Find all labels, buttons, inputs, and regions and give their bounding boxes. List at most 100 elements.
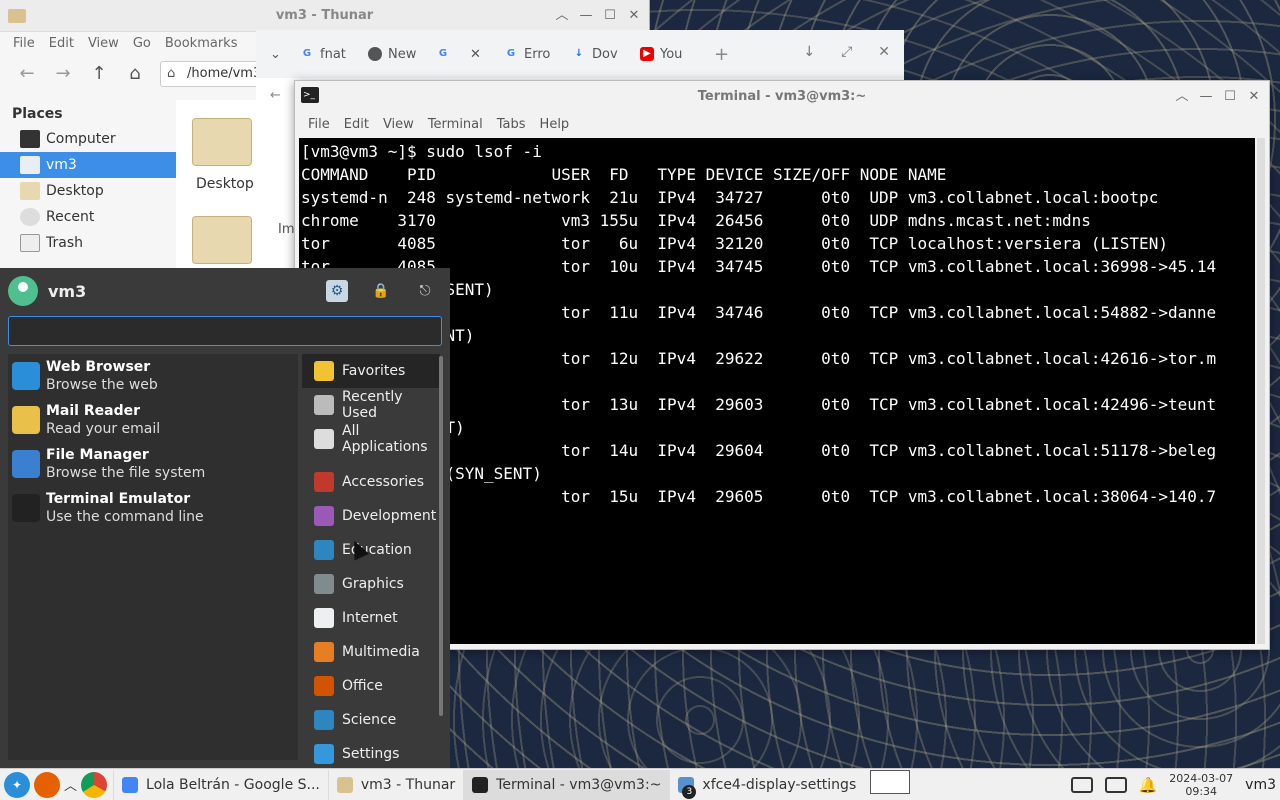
category-label: Settings xyxy=(342,746,400,762)
chrome-icon xyxy=(368,47,382,61)
menu-view[interactable]: View xyxy=(376,117,421,132)
place-computer[interactable]: Computer xyxy=(0,126,176,152)
category-office[interactable]: Office xyxy=(302,669,440,703)
favorites-list: Web Browser Browse the web Mail Reader Read… xyxy=(8,354,298,760)
favorite-item[interactable]: Mail Reader Read your email xyxy=(8,398,298,442)
development-icon xyxy=(314,506,334,526)
tab-close-icon[interactable]: ✕ xyxy=(470,47,481,62)
menu-tabs[interactable]: Tabs xyxy=(490,117,533,132)
file-view[interactable]: Desktop xyxy=(176,100,256,270)
up-arrow-icon[interactable]: ↑ xyxy=(88,63,110,85)
browser-tab[interactable]: G ✕ xyxy=(436,47,504,62)
xfce-menu-icon[interactable]: ✦ xyxy=(4,771,30,798)
back-arrow-icon[interactable]: ← xyxy=(16,63,38,85)
minimize-button[interactable]: — xyxy=(579,9,593,23)
taskbar-button[interactable]: vm3 - Thunar xyxy=(327,769,463,800)
taskbar-button[interactable]: 3 xfce4-display-settings xyxy=(669,769,864,800)
browser-tab[interactable]: ↓ Dov xyxy=(572,47,640,62)
download-icon[interactable]: ↓ xyxy=(803,44,815,60)
clock[interactable]: 2024-03-07 09:34 xyxy=(1169,772,1233,798)
maximize-button[interactable]: ☐ xyxy=(1223,90,1237,104)
category-development[interactable]: Development xyxy=(302,499,440,533)
tab-list-chevron-icon[interactable]: ⌄ xyxy=(270,47,300,62)
category-multimedia[interactable]: Multimedia xyxy=(302,635,440,669)
back-arrow-icon[interactable]: ← xyxy=(270,88,281,103)
browser-tab[interactable]: G Erro xyxy=(504,47,572,62)
terminal-titlebar[interactable]: >_ Terminal - vm3@vm3:~ ︿ — ☐ ✕ xyxy=(295,81,1269,111)
browser-tab[interactable]: ▶ You xyxy=(640,47,708,62)
close-button[interactable]: ✕ xyxy=(627,9,641,23)
favorite-item[interactable]: File Manager Browse the file system xyxy=(8,442,298,486)
category-all-applications[interactable]: All Applications xyxy=(302,422,440,456)
firefox-icon[interactable] xyxy=(34,771,60,798)
taskbar-label: xfce4-display-settings xyxy=(702,776,857,793)
place-recent[interactable]: Recent xyxy=(0,204,176,230)
place-desktop[interactable]: Desktop xyxy=(0,178,176,204)
category-recently-used[interactable]: Recently Used xyxy=(302,388,440,422)
logout-icon[interactable]: ⎋ xyxy=(414,280,436,302)
menu-file[interactable]: File xyxy=(301,117,337,132)
terminal-line: [vm3@vm3 ~]$ sudo lsof -i xyxy=(301,142,542,161)
category-settings[interactable]: Settings xyxy=(302,737,440,768)
category-accessories[interactable]: Accessories xyxy=(302,465,440,499)
terminal-line: COMMAND PID USER FD TYPE DEVICE SIZE/OFF… xyxy=(301,165,947,184)
home-icon[interactable]: ⌂ xyxy=(124,63,146,85)
battery-icon[interactable] xyxy=(1070,776,1093,793)
search-input[interactable] xyxy=(8,316,442,346)
menu-edit[interactable]: Edit xyxy=(337,117,376,132)
menu-help[interactable]: Help xyxy=(533,117,577,132)
settings-manager-icon[interactable]: ⚙ xyxy=(326,280,348,302)
place-vm3[interactable]: vm3 xyxy=(0,152,176,178)
thunar-titlebar[interactable]: vm3 - Thunar ︿ — ☐ ✕ xyxy=(0,0,649,32)
minimize-button[interactable]: — xyxy=(1199,90,1213,104)
lock-icon[interactable]: 🔒 xyxy=(370,280,392,302)
favorite-item[interactable]: Web Browser Browse the web xyxy=(8,354,298,398)
close-button[interactable]: ✕ xyxy=(1247,90,1261,104)
file-manager-icon xyxy=(12,450,40,478)
shared-folder-icon[interactable] xyxy=(192,216,252,264)
notification-bell-icon[interactable]: 🔔 xyxy=(1139,776,1158,794)
menu-bookmarks[interactable]: Bookmarks xyxy=(158,36,245,51)
category-internet[interactable]: Internet xyxy=(302,601,440,635)
workspace-switcher[interactable] xyxy=(870,769,911,794)
chrome-icon[interactable] xyxy=(81,771,108,798)
close-icon[interactable]: ✕ xyxy=(878,44,890,60)
category-education[interactable]: Education xyxy=(302,533,440,567)
youtube-icon: ▶ xyxy=(640,47,654,61)
application-menu: vm3 ⚙ 🔒 ⎋ ⌕ Web BrowserBrowse the webMai… xyxy=(0,268,450,768)
menu-go[interactable]: Go xyxy=(126,36,158,51)
category-scrollbar[interactable] xyxy=(439,356,443,716)
tab-label: fnat xyxy=(320,46,346,62)
home-icon: ⌂ xyxy=(167,66,176,81)
minimize-icon[interactable]: ︿ xyxy=(555,9,569,23)
forward-arrow-icon[interactable]: → xyxy=(52,63,74,85)
home-icon xyxy=(20,156,40,174)
battery-icon[interactable] xyxy=(1104,776,1127,793)
category-graphics[interactable]: Graphics xyxy=(302,567,440,601)
menu-file[interactable]: File xyxy=(6,36,42,51)
terminal-line: tor 4085 tor 6u IPv4 32120 0t0 TCP local… xyxy=(301,234,1168,253)
category-science[interactable]: Science xyxy=(302,703,440,737)
place-trash[interactable]: Trash xyxy=(0,230,176,256)
favorite-item[interactable]: Terminal Emulator Use the command line xyxy=(8,486,298,530)
favorite-description: Use the command line xyxy=(46,509,204,525)
menu-terminal[interactable]: Terminal xyxy=(421,117,490,132)
menu-view[interactable]: View xyxy=(81,36,126,51)
terminal-scrollbar[interactable] xyxy=(1257,138,1265,644)
chevron-up-icon[interactable]: ︿ xyxy=(1175,90,1189,104)
category-label: Internet xyxy=(342,610,398,626)
menu-edit[interactable]: Edit xyxy=(42,36,81,51)
place-label: Recent xyxy=(46,209,95,225)
browser-tab[interactable]: New xyxy=(368,47,436,62)
new-tab-icon[interactable]: + xyxy=(714,44,729,65)
taskbar-button[interactable]: Terminal - vm3@vm3:~ xyxy=(463,769,670,800)
maximize-button[interactable]: ☐ xyxy=(603,9,617,23)
expand-icon[interactable]: ⤢ xyxy=(841,44,852,60)
folder-icon[interactable] xyxy=(192,118,252,166)
chevron-up-icon[interactable]: ︿ xyxy=(64,775,77,794)
user-label[interactable]: vm3 xyxy=(1245,777,1276,793)
category-favorites[interactable]: Favorites xyxy=(302,354,440,388)
display-settings-icon: 3 xyxy=(678,776,697,799)
taskbar-button[interactable]: Lola Beltrán - Google S... xyxy=(113,769,328,800)
browser-tab[interactable]: G fnat xyxy=(300,47,368,62)
